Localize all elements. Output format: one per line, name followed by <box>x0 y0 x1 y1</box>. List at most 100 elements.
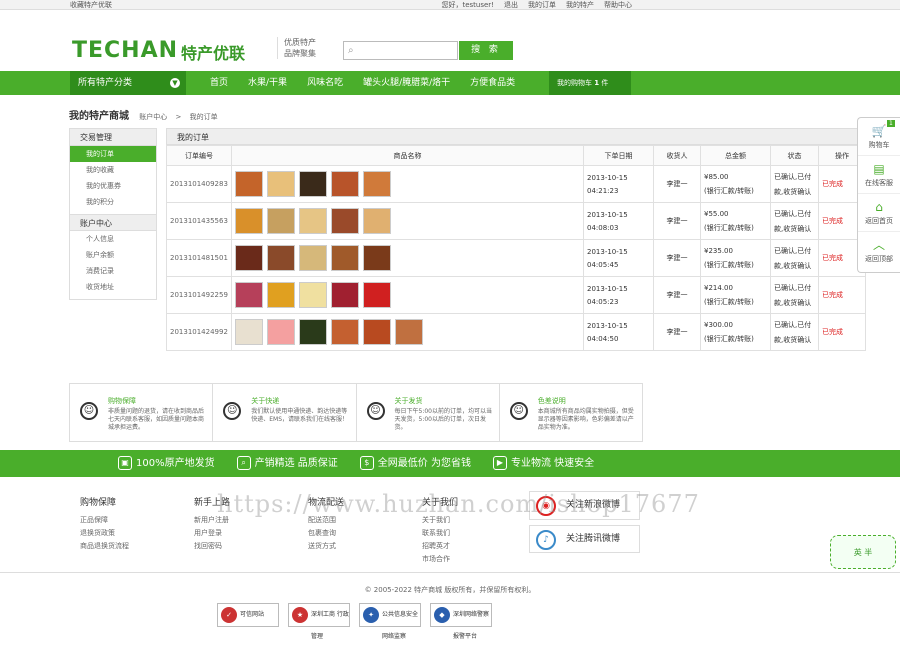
product-thumbnail[interactable] <box>363 208 391 234</box>
product-thumbnail[interactable] <box>235 282 263 308</box>
service-text: 我们默认使用申通快递、韵达快递等快递、EMS，请联系我们在线客服！ <box>251 408 349 423</box>
footer-link[interactable]: 用户登录 <box>194 527 308 540</box>
nav-link-fruit[interactable]: 水果/干果 <box>248 71 287 95</box>
product-thumbnail[interactable] <box>299 319 327 345</box>
order-amount: ¥235.00 (银行汇款/转账) <box>700 239 771 277</box>
nav-link-instant[interactable]: 方便食品类 <box>470 71 515 95</box>
order-date: 2013-10-15 04:05:23 <box>583 276 654 314</box>
footer-link[interactable]: 联系我们 <box>422 527 536 540</box>
float-service[interactable]: ▤ 在线客服 <box>858 156 900 194</box>
sidebar-item-records[interactable]: 消费记录 <box>70 263 156 279</box>
footer-link[interactable]: 找回密码 <box>194 540 308 553</box>
trust-badge[interactable]: ◆ 深圳网络警察 报警平台 <box>430 603 492 640</box>
order-id[interactable]: 2013101492259 <box>166 276 232 314</box>
product-thumbnail[interactable] <box>363 319 391 345</box>
tencent-weibo-icon: ♪ <box>536 530 556 550</box>
col-status: 状态 <box>770 145 819 166</box>
product-thumbnail[interactable] <box>363 171 391 197</box>
product-thumbnail[interactable] <box>235 319 263 345</box>
order-id[interactable]: 2013101435563 <box>166 202 232 240</box>
table-row: 2013101409283 2013-10-15 04:21:23 李建一 ¥85… <box>166 165 866 203</box>
sidebar-item-balance[interactable]: 账户余额 <box>70 247 156 263</box>
col-date: 下单日期 <box>583 145 654 166</box>
logo[interactable]: TECHAN <box>72 38 178 63</box>
order-date-time: 04:21:23 <box>587 186 619 195</box>
order-date-day: 2013-10-15 <box>587 284 628 293</box>
sidebar-item-profile[interactable]: 个人信息 <box>70 231 156 247</box>
promise-logistics: ▶ 专业物流 快速安全 <box>492 450 594 477</box>
search-input[interactable]: ⌕ <box>343 41 458 60</box>
product-thumbnail[interactable] <box>395 319 423 345</box>
order-receiver: 李建一 <box>653 202 701 240</box>
footer-link[interactable]: 正品保障 <box>80 514 194 527</box>
order-action[interactable]: 已完成 <box>818 313 866 351</box>
favorite-link[interactable]: 收藏特产优联 <box>70 0 112 10</box>
nav-link-cured[interactable]: 罐头火腿/腌腊菜/烙干 <box>363 71 450 95</box>
order-id[interactable]: 2013101409283 <box>166 165 232 203</box>
product-thumbnail[interactable] <box>363 282 391 308</box>
product-thumbnail[interactable] <box>267 319 295 345</box>
float-cart[interactable]: 🛒 1 购物车 <box>858 118 900 156</box>
float-home-label: 返回首页 <box>865 217 893 225</box>
float-top[interactable]: ︿ 返回顶部 <box>858 232 900 270</box>
product-thumbnail[interactable] <box>235 245 263 271</box>
search-button[interactable]: 搜 索 <box>459 41 513 60</box>
product-thumbnail[interactable] <box>331 282 359 308</box>
order-status-line1: 已确认,已付 <box>774 320 812 329</box>
breadcrumb-account[interactable]: 账户中心 <box>139 113 167 121</box>
order-id[interactable]: 2013101424992 <box>166 313 232 351</box>
order-receiver: 李建一 <box>653 313 701 351</box>
nav-link-snacks[interactable]: 风味名吃 <box>307 71 343 95</box>
product-thumbnail[interactable] <box>299 282 327 308</box>
product-thumbnail[interactable] <box>235 208 263 234</box>
product-thumbnail[interactable] <box>235 171 263 197</box>
col-order-id: 订单编号 <box>166 145 232 166</box>
trust-badge[interactable]: ✓ 可信网站 <box>217 603 279 627</box>
logout-link[interactable]: 退出 <box>504 0 518 10</box>
trust-badge[interactable]: ★ 深圳工商 行政管理 <box>288 603 350 640</box>
footer-link[interactable]: 退换货政策 <box>80 527 194 540</box>
nav-link-home[interactable]: 首页 <box>210 71 228 95</box>
footer-link[interactable]: 送货方式 <box>308 540 422 553</box>
product-cell <box>231 276 584 314</box>
product-thumbnail[interactable] <box>331 171 359 197</box>
product-thumbnail[interactable] <box>299 245 327 271</box>
my-orders-link[interactable]: 我的订单 <box>528 0 556 10</box>
product-thumbnail[interactable] <box>299 171 327 197</box>
product-thumbnail[interactable] <box>331 245 359 271</box>
product-thumbnail[interactable] <box>299 208 327 234</box>
sidebar-item-points[interactable]: 我的积分 <box>70 194 156 210</box>
product-thumbnail[interactable] <box>363 245 391 271</box>
truck-icon: ▶ <box>492 456 507 470</box>
help-link[interactable]: 帮助中心 <box>604 0 632 10</box>
trust-badge[interactable]: ✦ 公共信息安全 网络监察 <box>359 603 421 640</box>
promise-bar: ▣ 100%原产地发货 ⌕ 产销精选 品质保证 $ 全网最低价 为您省钱 ▶ 专业物流 … <box>0 450 900 477</box>
product-thumbnail[interactable] <box>267 282 295 308</box>
product-thumbnail[interactable] <box>331 319 359 345</box>
product-thumbnail[interactable] <box>267 171 295 197</box>
product-thumbnail[interactable] <box>267 208 295 234</box>
sidebar-item-favorites[interactable]: 我的收藏 <box>70 162 156 178</box>
order-id[interactable]: 2013101481501 <box>166 239 232 277</box>
cart-button[interactable]: 我的购物车 1 件 <box>549 71 631 95</box>
promise-text: 全网最低价 为您省钱 <box>377 458 471 469</box>
footer-link[interactable]: 包裹查询 <box>308 527 422 540</box>
sidebar-item-coupons[interactable]: 我的优惠券 <box>70 178 156 194</box>
footer-col-title: 购物保障 <box>80 498 117 508</box>
footer-link[interactable]: 商品退换货流程 <box>80 540 194 553</box>
home-icon: ⌂ <box>875 200 883 214</box>
order-action[interactable]: 已完成 <box>818 276 866 314</box>
product-thumbnail[interactable] <box>331 208 359 234</box>
badge-label: 公共信息安全 网络监察 <box>382 611 419 640</box>
sidebar-item-orders[interactable]: 我的订单 <box>70 146 156 162</box>
footer-link[interactable]: 市场合作 <box>422 553 536 566</box>
main-nav: 所有特产分类 ▼ 首页 水果/干果 风味名吃 罐头火腿/腌腊菜/烙干 方便食品类 … <box>0 71 900 95</box>
footer-link[interactable]: 招聘英才 <box>422 540 536 553</box>
tencent-weibo-button[interactable]: ♪ 关注腾讯微博 <box>529 525 640 553</box>
table-row: 2013101435563 2013-10-15 04:08:03 李建一 ¥55… <box>166 202 866 240</box>
sidebar-item-address[interactable]: 收货地址 <box>70 279 156 295</box>
float-home[interactable]: ⌂ 返回首页 <box>858 194 900 232</box>
product-thumbnail[interactable] <box>267 245 295 271</box>
my-store-link[interactable]: 我的特产 <box>566 0 594 10</box>
category-dropdown[interactable]: 所有特产分类 ▼ <box>70 71 186 95</box>
